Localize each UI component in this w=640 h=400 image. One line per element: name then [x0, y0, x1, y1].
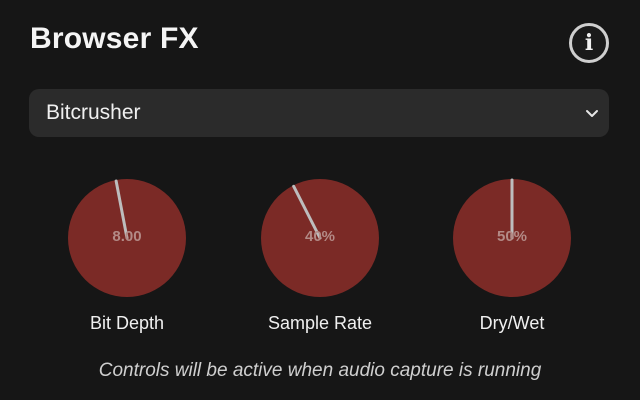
- knob-bit-depth[interactable]: 8.00 Bit Depth: [67, 178, 187, 333]
- browser-fx-panel: Browser FX i Bitcrusher 8.00 Bit Depth 4…: [0, 0, 640, 400]
- chevron-down-icon: [586, 110, 598, 117]
- info-icon[interactable]: i: [569, 23, 609, 63]
- knob-sample-rate[interactable]: 40% Sample Rate: [260, 178, 380, 333]
- knob-value: 40%: [304, 228, 336, 245]
- knob-label: Bit Depth: [89, 313, 165, 333]
- page-title: Browser FX: [30, 22, 199, 55]
- effect-select-value: Bitcrusher: [46, 101, 141, 124]
- info-glyph: i: [584, 30, 594, 56]
- status-message: Controls will be active when audio captu…: [98, 360, 542, 381]
- knob-label: Dry/Wet: [479, 313, 545, 333]
- knob-dry-wet[interactable]: 50% Dry/Wet: [452, 178, 572, 333]
- effect-select[interactable]: Bitcrusher: [29, 89, 609, 137]
- knob-label: Sample Rate: [267, 313, 373, 333]
- knob-value: 8.00: [112, 228, 142, 245]
- knob-value: 50%: [496, 228, 528, 245]
